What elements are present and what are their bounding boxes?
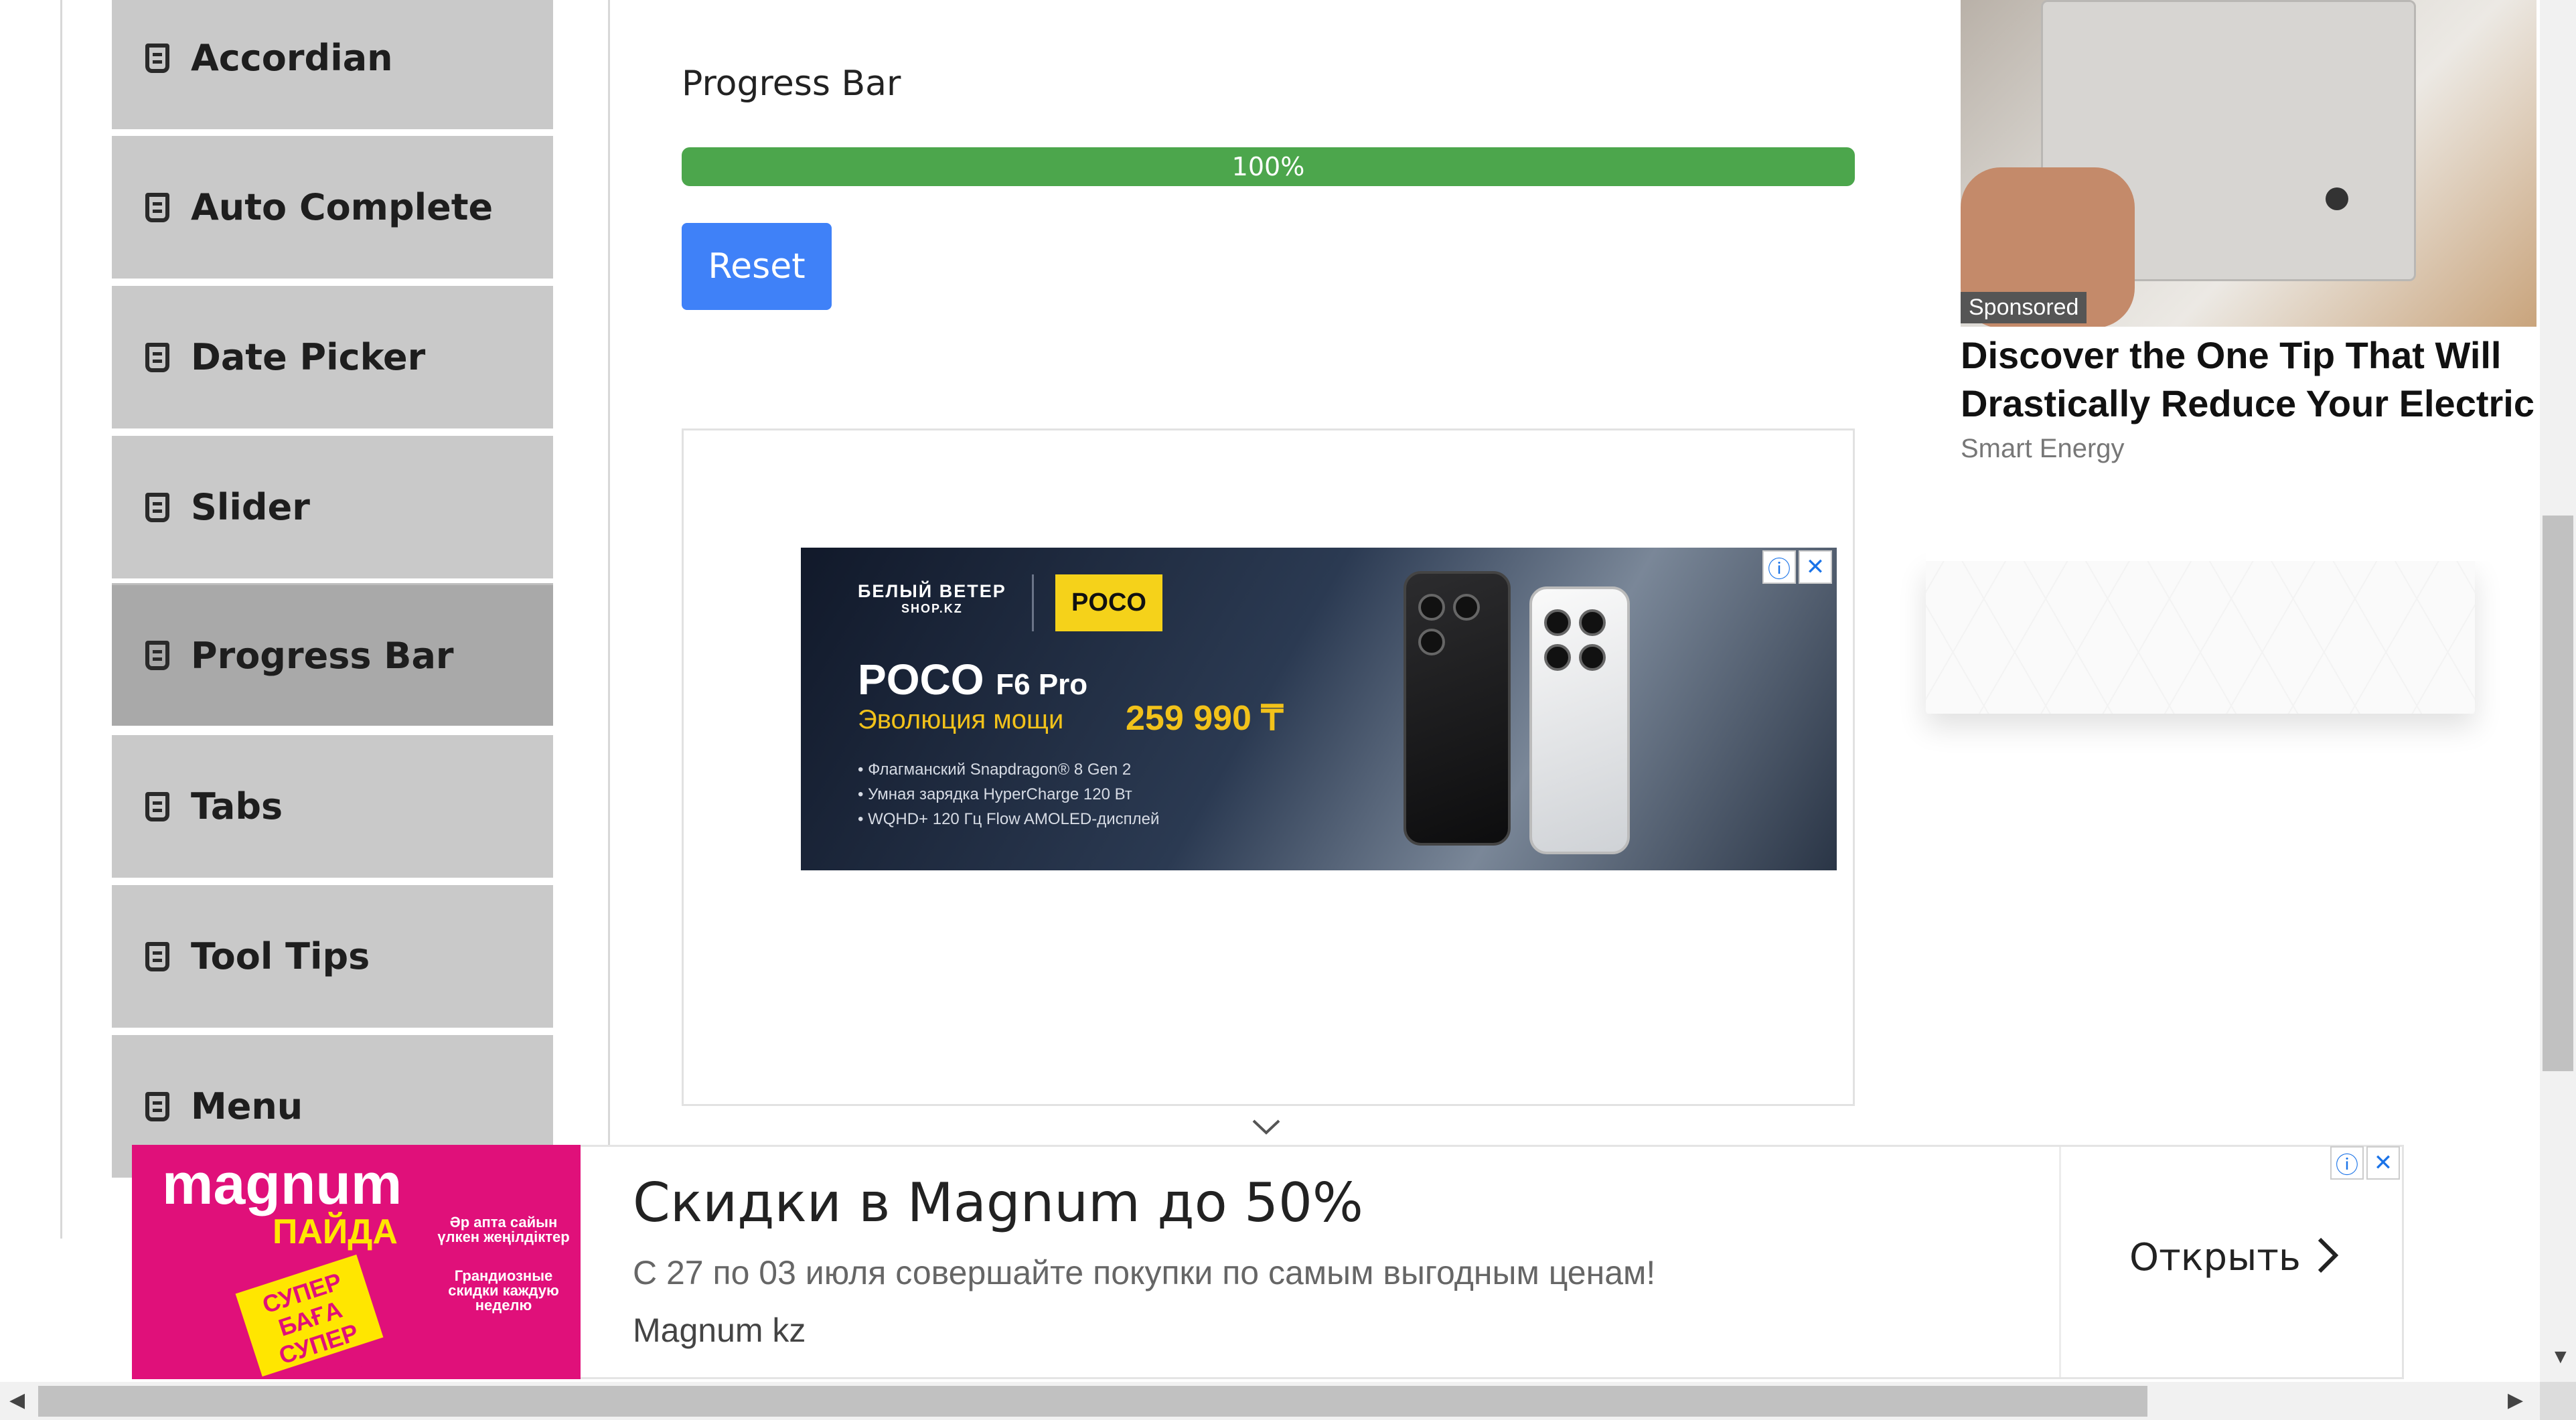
poco-banner-ad[interactable]: БЕЛЫЙ ВЕТЕР SHOP.KZ POCO POCO F6 Pro Эвол… [801, 548, 1837, 870]
sidebar-item-label: Progress Bar [191, 634, 454, 677]
sidebar-item-slider[interactable]: Slider [112, 436, 553, 582]
banner-feature: • Флагманский Snapdragon® 8 Gen 2 [858, 761, 1132, 779]
magnum-logo: magnum ПАЙДА СУПЕР БАҒА СУПЕР ЦЕНА Әр ап… [132, 1145, 581, 1379]
poco-logo: POCO [1055, 574, 1162, 631]
camera-icon [1418, 594, 1445, 621]
progress-label: 100% [1231, 152, 1305, 181]
camera-icon [1579, 609, 1606, 636]
price-tag-image: СУПЕР БАҒА СУПЕР ЦЕНА [235, 1254, 384, 1379]
ad-info-icon[interactable]: ⓘ [2330, 1146, 2364, 1180]
banner-brand: БЕЛЫЙ ВЕТЕР SHOP.KZ [858, 581, 1006, 615]
sidebar-item-date-picker[interactable]: Date Picker [112, 286, 553, 432]
open-button-label: Открыть [2129, 1236, 2301, 1279]
vertical-scrollbar-thumb[interactable] [2543, 516, 2573, 1071]
ad-description: С 27 по 03 июля совершайте покупки по са… [633, 1254, 1656, 1291]
sidebar-item-label: Accordian [191, 37, 393, 79]
horizontal-scrollbar[interactable]: ◀ ▶ [0, 1382, 2540, 1420]
ad-info-icon[interactable]: ⓘ [1762, 550, 1796, 584]
phone-white-image [1529, 586, 1630, 854]
progress-bar: 100% [682, 147, 1855, 186]
camera-icon [1544, 644, 1571, 671]
sidebar-item-label: Menu [191, 1085, 303, 1127]
banner-feature: • WQHD+ 120 Гц Flow AMOLED-дисплей [858, 810, 1160, 828]
html5-icon [145, 43, 169, 73]
ad-headline[interactable]: Скидки в Magnum до 50% [633, 1172, 1363, 1234]
open-button[interactable]: Открыть [2129, 1235, 2340, 1279]
sidebar-item-auto-complete[interactable]: Auto Complete [112, 136, 553, 282]
camera-icon [1544, 609, 1571, 636]
content-divider-line [608, 0, 610, 1145]
html5-icon [145, 791, 169, 821]
banner-tagline: Эволюция мощи [858, 705, 1064, 734]
scrollbar-corner [2540, 1382, 2576, 1420]
ad-close-icon[interactable]: ✕ [1799, 550, 1832, 584]
sidebar-item-label: Date Picker [191, 336, 426, 378]
html5-icon [145, 1091, 169, 1121]
sidebar-item-tool-tips[interactable]: Tool Tips [112, 885, 553, 1031]
sidebar-item-progress-bar[interactable]: Progress Bar [112, 583, 553, 729]
sidebar-item-tabs[interactable]: Tabs [112, 735, 553, 881]
banner-separator [1032, 574, 1034, 631]
sponsored-image[interactable] [1961, 0, 2536, 327]
reset-button[interactable]: Reset [682, 223, 832, 310]
banner-model: POCO F6 Pro [858, 655, 1088, 704]
ad-close-icon[interactable]: ✕ [2366, 1146, 2400, 1180]
banner-price: 259 990 ₸ [1126, 699, 1284, 738]
scroll-down-arrow-icon[interactable]: ▼ [2551, 1346, 2571, 1368]
scroll-left-arrow-icon[interactable]: ◀ [9, 1389, 25, 1412]
screw-image [2326, 187, 2348, 210]
sidebar-item-label: Tabs [191, 785, 283, 827]
horizontal-scrollbar-thumb[interactable] [38, 1386, 2147, 1417]
sidebar-item-label: Tool Tips [191, 935, 370, 977]
phone-black-image [1404, 571, 1511, 846]
left-border-line [60, 0, 62, 1239]
camera-icon [1418, 629, 1445, 655]
magnum-paida: ПАЙДА [273, 1212, 398, 1251]
sponsored-source: Smart Energy [1961, 434, 2125, 463]
sidebar-item-label: Slider [191, 486, 310, 528]
html5-icon [145, 192, 169, 222]
chevron-down-icon[interactable] [1251, 1111, 1282, 1142]
camera-icon [1453, 594, 1480, 621]
chevron-right-icon [2318, 1237, 2339, 1273]
magnum-ru-text: Грандиозные скидки каждую неделю [448, 1267, 559, 1314]
html5-icon [145, 342, 169, 372]
html5-icon [145, 941, 169, 971]
ad-source: Magnum kz [633, 1312, 806, 1349]
vertical-scrollbar[interactable]: ▼ [2540, 0, 2576, 1389]
sponsored-card-background [1926, 561, 2475, 714]
page-title: Progress Bar [682, 64, 901, 104]
magnum-wordmark: magnum [162, 1152, 402, 1216]
sponsored-badge: Sponsored [1961, 292, 2087, 323]
html5-icon [145, 492, 169, 522]
scroll-right-arrow-icon[interactable]: ▶ [2508, 1389, 2523, 1412]
sidebar-item-label: Auto Complete [191, 186, 494, 228]
html5-icon [145, 641, 169, 670]
ad-divider [2059, 1147, 2061, 1377]
magnum-kz-text: Әр апта сайын үлкен жеңілдіктер [437, 1214, 570, 1245]
sponsored-headline[interactable]: Discover the One Tip That Will Drastical… [1961, 331, 2536, 428]
sidebar-item-accordian[interactable]: Accordian [112, 0, 553, 133]
camera-icon [1579, 644, 1606, 671]
banner-feature: • Умная зарядка HyperCharge 120 Вт [858, 785, 1132, 803]
